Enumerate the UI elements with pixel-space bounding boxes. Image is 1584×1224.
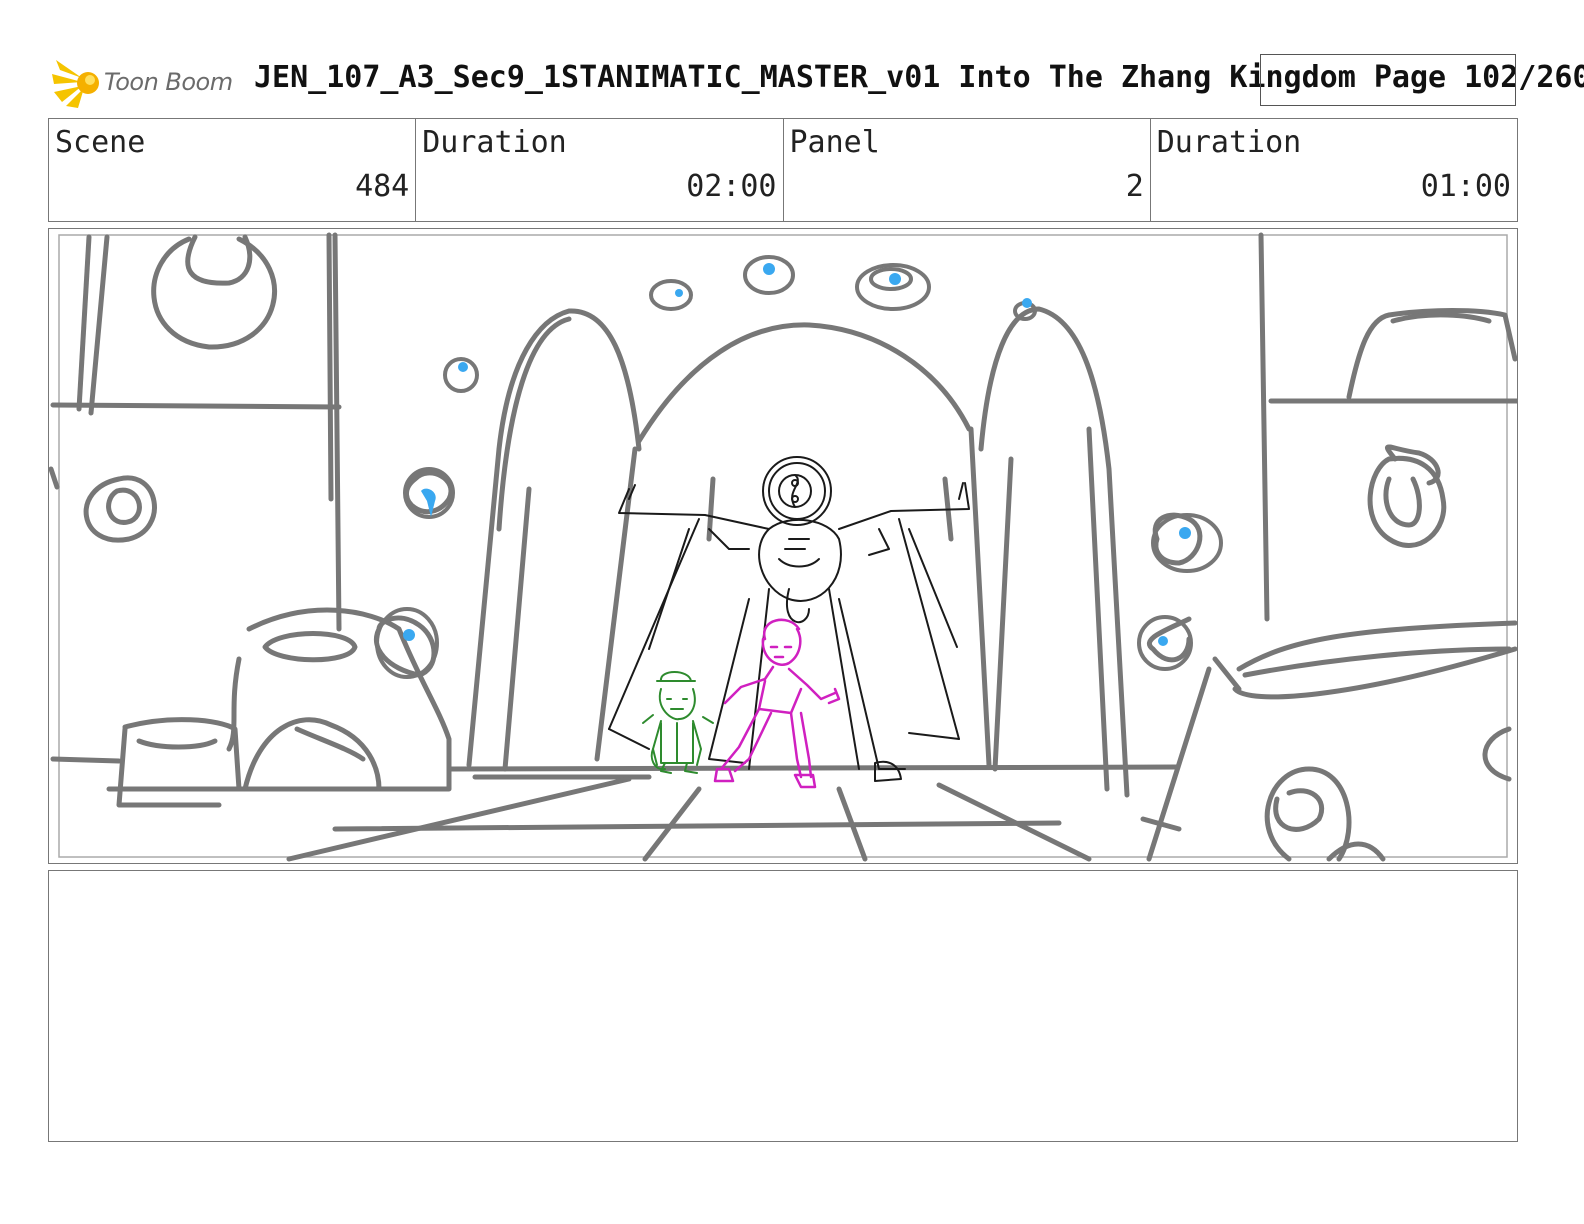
page-number-box bbox=[1260, 54, 1516, 106]
scene-duration-cell: Duration 02:00 bbox=[416, 119, 784, 221]
storyboard-panel bbox=[48, 228, 1518, 864]
page-header: Toon Boom JEN_107_A3_Sec9_1STANIMATIC_MA… bbox=[52, 52, 1584, 108]
scene-cell: Scene 484 bbox=[49, 119, 417, 221]
background-sketch bbox=[49, 232, 1517, 862]
notes-box bbox=[48, 870, 1518, 1142]
scene-duration-value: 02:00 bbox=[686, 169, 777, 204]
scene-label: Scene bbox=[55, 125, 146, 160]
green-child-character bbox=[642, 671, 714, 774]
scene-value: 484 bbox=[355, 169, 410, 204]
panel-cell: Panel 2 bbox=[784, 119, 1151, 221]
panel-duration-cell: Duration 01:00 bbox=[1151, 119, 1517, 221]
starburst-icon bbox=[52, 60, 99, 108]
panel-label: Panel bbox=[789, 125, 880, 160]
logo-text: Toon Boom bbox=[104, 68, 233, 96]
storyboard-sketch bbox=[49, 232, 1517, 862]
monk-character bbox=[608, 456, 970, 782]
scene-info-table: Scene 484 Duration 02:00 Panel 2 Duratio… bbox=[48, 118, 1518, 222]
panel-duration-value: 01:00 bbox=[1420, 169, 1511, 204]
scene-duration-label: Duration bbox=[422, 125, 567, 160]
panel-duration-label: Duration bbox=[1156, 125, 1302, 160]
panel-value: 2 bbox=[1125, 169, 1144, 204]
toon-boom-logo: Toon Boom bbox=[52, 58, 242, 108]
